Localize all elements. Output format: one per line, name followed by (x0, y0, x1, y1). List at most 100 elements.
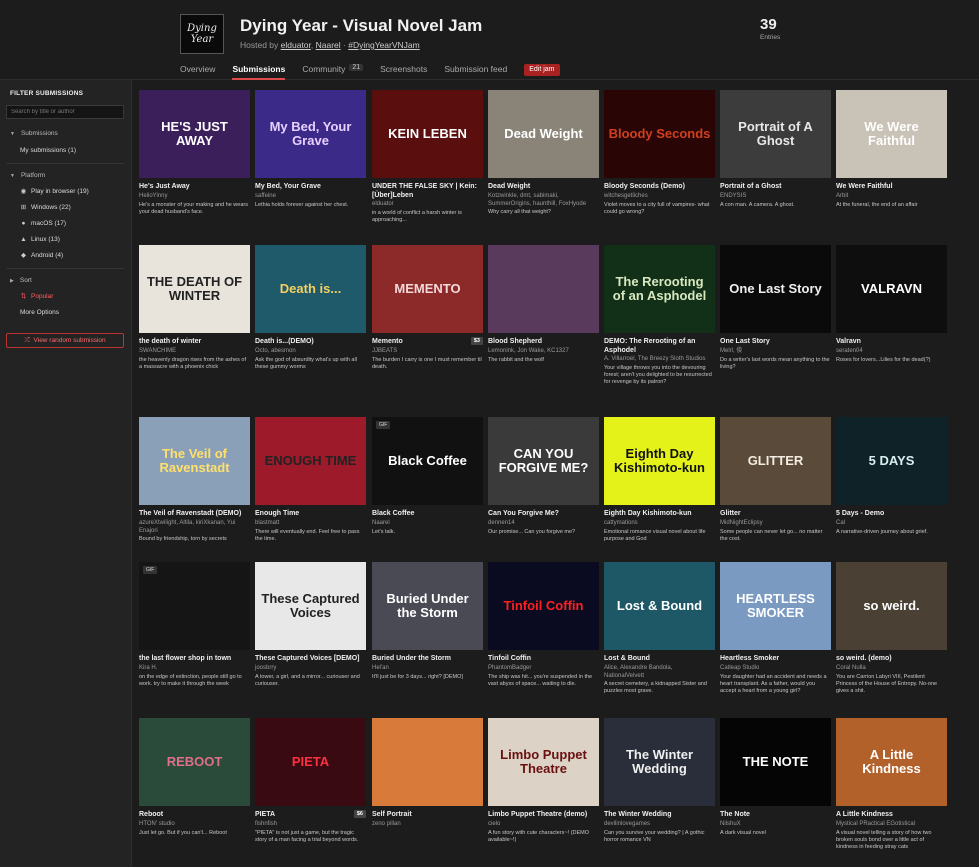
submission-card[interactable]: ENOUGH TIME Enough Time blastmatt There wil… (255, 417, 366, 567)
submission-card[interactable]: The Rerooting of an Asphodel DEMO: The Re… (604, 245, 715, 395)
submission-card[interactable]: 5 DAYS 5 Days - Demo Cal A narrative-driven… (836, 417, 947, 567)
submission-thumbnail[interactable]: Eighth Day Kishimoto-kun (604, 417, 715, 505)
submission-thumbnail[interactable]: Dead Weight (488, 90, 599, 178)
submission-author[interactable]: dennen14 (488, 520, 596, 528)
host-link-naarel[interactable]: Naarel (316, 40, 341, 50)
submission-author[interactable]: PhantomBadger (488, 665, 596, 673)
more-options-link[interactable]: More Options (20, 309, 59, 316)
submission-title[interactable]: Death is...(DEMO) (255, 338, 360, 347)
submission-author[interactable]: Alice, Alexandre Bandola, NationalVelvet… (604, 665, 712, 680)
submission-thumbnail[interactable]: Death is... (255, 245, 366, 333)
submission-author[interactable]: azureXtwilight, Altila, kiriXkanan, Yui … (139, 520, 247, 535)
filter-platform-macos[interactable]: ● macOS (17) (20, 220, 67, 227)
submission-thumbnail[interactable]: Limbo Puppet Theatre (488, 718, 599, 806)
submission-card[interactable]: PIETA $6 PIETA fishnfish "PIETA" is not just… (255, 718, 366, 867)
submission-card[interactable]: Blood Shepherd Lemonink, Jon Wake, KC1327… (488, 245, 599, 395)
submission-thumbnail[interactable]: THE NOTE (720, 718, 831, 806)
submission-title[interactable]: The Note (720, 811, 825, 820)
submission-title[interactable]: Reboot (139, 811, 244, 820)
view-random-submission-button[interactable]: ⤮ View random submission (6, 333, 124, 348)
submission-title[interactable]: 5 Days - Demo (836, 510, 941, 519)
filter-platform-browser[interactable]: ◉ Play in browser (19) (20, 188, 89, 195)
submission-card[interactable]: Portrait of A Ghost Portrait of a Ghost EN… (720, 90, 831, 240)
submission-card[interactable]: THE DEATH OF WINTER the death of winter SW… (139, 245, 250, 395)
submission-card[interactable]: My Bed, Your Grave My Bed, Your Grave saff… (255, 90, 366, 240)
submission-thumbnail[interactable]: HE'S JUST AWAY (139, 90, 250, 178)
submission-author[interactable]: blastmatt (255, 520, 363, 528)
submission-author[interactable]: zeno pillan (372, 821, 480, 829)
submission-thumbnail[interactable]: THE DEATH OF WINTER (139, 245, 250, 333)
search-input[interactable] (6, 105, 124, 119)
submission-card[interactable]: Eighth Day Kishimoto-kun Eighth Day Kishi… (604, 417, 715, 567)
filter-platform-linux[interactable]: ▲ Linux (13) (20, 236, 60, 243)
submission-thumbnail[interactable]: GIF (139, 562, 250, 650)
submission-card[interactable]: Buried Under the Storm Buried Under the S… (372, 562, 483, 712)
submission-card[interactable]: GLITTER Glitter MidNightEclipsy Some people… (720, 417, 831, 567)
submission-title[interactable]: Enough Time (255, 510, 360, 519)
jam-logo[interactable]: Dying Year (180, 14, 224, 54)
filter-platform-windows[interactable]: ⊞ Windows (22) (20, 204, 71, 211)
submission-title[interactable]: Portrait of a Ghost (720, 183, 825, 192)
sort-popular-option[interactable]: ⇅ Popular (20, 293, 54, 300)
platform-section-toggle[interactable]: ▼ Platform (10, 172, 45, 179)
submission-thumbnail[interactable]: PIETA (255, 718, 366, 806)
submission-title[interactable]: Limbo Puppet Theatre (demo) (488, 811, 593, 820)
submission-title[interactable]: PIETA (255, 811, 360, 820)
submission-card[interactable]: One Last Story One Last Story Melrl, 俊 Do a… (720, 245, 831, 395)
submission-thumbnail[interactable]: A Little Kindness (836, 718, 947, 806)
submission-title[interactable]: The Veil of Ravenstadt (DEMO) (139, 510, 244, 519)
edit-jam-button[interactable]: Edit jam (524, 64, 560, 76)
submission-author[interactable]: ENDYSIS (720, 193, 828, 201)
submission-thumbnail[interactable]: ENOUGH TIME (255, 417, 366, 505)
filter-platform-android[interactable]: ◆ Android (4) (20, 252, 63, 259)
submission-thumbnail[interactable]: KEIN LEBEN (372, 90, 483, 178)
submission-author[interactable]: A. Villarroel, The Breezy Sloth Studios (604, 356, 712, 364)
submission-card[interactable]: We Were Faithful We Were Faithful Arbit At … (836, 90, 947, 240)
submission-thumbnail[interactable]: so weird. (836, 562, 947, 650)
submission-author[interactable]: witchesgetliches (604, 193, 712, 201)
submission-author[interactable]: Melrl, 俊 (720, 348, 828, 356)
submission-card[interactable]: so weird. so weird. (demo) Coral Nulla You … (836, 562, 947, 712)
submission-card[interactable]: Bloody Seconds Bloody Seconds (Demo) witch… (604, 90, 715, 240)
submission-card[interactable]: HE'S JUST AWAY He's Just Away HelioYinny He… (139, 90, 250, 240)
submission-author[interactable]: elduator (372, 201, 480, 209)
submission-card[interactable]: A Little Kindness A Little Kindness Mystic… (836, 718, 947, 867)
submission-author[interactable]: Catleap Studio (720, 665, 828, 673)
submission-card[interactable]: VALRAVN Valravn seraten04 Roses for lovers.… (836, 245, 947, 395)
submission-author[interactable]: Naarel (372, 520, 480, 528)
submission-title[interactable]: DEMO: The Rerooting of an Asphodel (604, 338, 709, 355)
submission-title[interactable]: Heartless Smoker (720, 655, 825, 664)
submission-title[interactable]: Black Coffee (372, 510, 477, 519)
submission-thumbnail[interactable]: REBOOT (139, 718, 250, 806)
submission-title[interactable]: Memento (372, 338, 477, 347)
submission-card[interactable]: MEMENTO $3 Memento JJBEATS The burden I carr… (372, 245, 483, 395)
submission-card[interactable]: GIF the last flower shop in town Kira H. on… (139, 562, 250, 712)
submission-title[interactable]: Buried Under the Storm (372, 655, 477, 664)
submission-title[interactable]: Blood Shepherd (488, 338, 593, 347)
submission-thumbnail[interactable]: Buried Under the Storm (372, 562, 483, 650)
submission-thumbnail[interactable]: 5 DAYS (836, 417, 947, 505)
submission-title[interactable]: the death of winter (139, 338, 244, 347)
submission-card[interactable]: Black Coffee GIF Black Coffee Naarel Let's t… (372, 417, 483, 567)
submission-thumbnail[interactable]: The Veil of Ravenstadt (139, 417, 250, 505)
submission-card[interactable]: THE NOTE The Note NilshuX A dark visual nov… (720, 718, 831, 867)
submission-author[interactable]: Mystical PRactical EGotistical (836, 821, 944, 829)
submission-author[interactable]: Kotzwinkle, dmt, sabimaki, SummerOrigins… (488, 193, 596, 208)
submission-card[interactable]: These Captured Voices These Captured Voic… (255, 562, 366, 712)
submission-card[interactable]: Death is... Death is...(DEMO) Octo, abesmo… (255, 245, 366, 395)
submission-author[interactable]: Coral Nulla (836, 665, 944, 673)
submission-author[interactable]: MidNightEclipsy (720, 520, 828, 528)
submission-author[interactable]: Cal (836, 520, 944, 528)
submission-title[interactable]: He's Just Away (139, 183, 244, 192)
submission-thumbnail[interactable] (488, 245, 599, 333)
submission-title[interactable]: Self Portrait (372, 811, 477, 820)
submission-author[interactable]: JJBEATS (372, 348, 480, 356)
submissions-section-toggle[interactable]: ▼ Submissions (10, 130, 58, 137)
submission-author[interactable]: Arbit (836, 193, 944, 201)
submission-title[interactable]: Glitter (720, 510, 825, 519)
submission-thumbnail[interactable]: My Bed, Your Grave (255, 90, 366, 178)
submission-card[interactable]: Tinfoil Coffin Tinfoil Coffin PhantomBadge… (488, 562, 599, 712)
submission-thumbnail[interactable]: One Last Story (720, 245, 831, 333)
submission-title[interactable]: Valravn (836, 338, 941, 347)
submission-card[interactable]: Limbo Puppet Theatre Limbo Puppet Theatre… (488, 718, 599, 867)
